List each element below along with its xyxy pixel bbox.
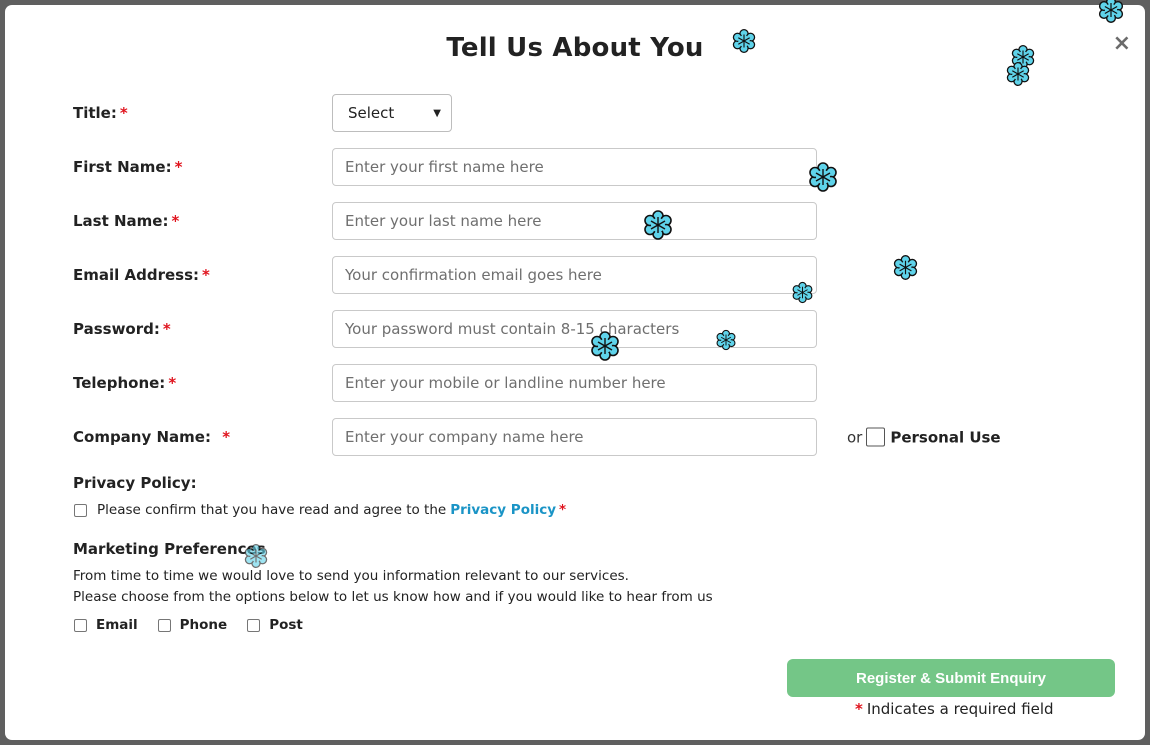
- personal-use-option: or Personal Use: [847, 427, 1001, 447]
- title-row: Title: * Select ▼: [5, 93, 1145, 133]
- company-input[interactable]: [332, 418, 817, 456]
- privacy-required-star: *: [559, 502, 567, 518]
- required-note-star: *: [855, 700, 863, 718]
- last-name-label: Last Name: *: [73, 212, 180, 230]
- snowflake-icon: [716, 329, 736, 351]
- close-icon[interactable]: ×: [1113, 33, 1131, 55]
- email-label: Email Address: *: [73, 266, 210, 284]
- snowflake-icon: [644, 210, 672, 240]
- marketing-option-phone[interactable]: Phone: [157, 617, 228, 633]
- snowflake-icon: [1006, 61, 1030, 87]
- marketing-heading: Marketing Preferences: [73, 540, 266, 558]
- email-input[interactable]: [332, 256, 817, 294]
- email-row: Email Address: *: [5, 255, 1145, 295]
- marketing-option-email[interactable]: Email: [74, 617, 138, 633]
- phone-checkbox[interactable]: [157, 618, 171, 632]
- marketing-text-2: Please choose from the options below to …: [73, 589, 713, 605]
- email-option-label: Email: [96, 617, 138, 633]
- telephone-label: Telephone: *: [73, 374, 177, 392]
- marketing-options: Email Phone Post: [74, 617, 323, 633]
- privacy-heading: Privacy Policy:: [73, 474, 197, 492]
- snowflake-icon: [792, 281, 813, 304]
- title-select[interactable]: Select ▼: [332, 94, 452, 132]
- snowflake-icon: [809, 162, 837, 192]
- privacy-text: Please confirm that you have read and ag…: [97, 502, 447, 518]
- post-checkbox[interactable]: [247, 618, 261, 632]
- required-note: * Indicates a required field: [855, 700, 1054, 718]
- privacy-policy-link[interactable]: Privacy Policy: [450, 502, 556, 518]
- first-name-row: First Name: *: [5, 147, 1145, 187]
- snowflake-icon: [893, 255, 918, 280]
- last-name-input[interactable]: [332, 202, 817, 240]
- marketing-text-1: From time to time we would love to send …: [73, 568, 629, 584]
- snowflake-icon: [1098, 0, 1124, 23]
- required-note-text: Indicates a required field: [866, 700, 1054, 718]
- telephone-row: Telephone: *: [5, 363, 1145, 403]
- chevron-down-icon: ▼: [433, 107, 441, 119]
- last-name-row: Last Name: *: [5, 201, 1145, 241]
- title-select-value: Select: [348, 104, 395, 122]
- company-row: Company Name: * or Personal Use: [5, 417, 1145, 457]
- first-name-input[interactable]: [332, 148, 817, 186]
- snowflake-icon: [591, 331, 619, 361]
- phone-option-label: Phone: [179, 617, 228, 633]
- personal-use-label: Personal Use: [890, 428, 1001, 446]
- snowflake-icon: [732, 28, 756, 54]
- first-name-label: First Name: *: [73, 158, 183, 176]
- enquiry-modal: Tell Us About You × Title: * Select ▼ Fir…: [5, 5, 1145, 740]
- password-label: Password: *: [73, 320, 171, 338]
- password-input[interactable]: [332, 310, 817, 348]
- telephone-input[interactable]: [332, 364, 817, 402]
- privacy-consent: Please confirm that you have read and ag…: [74, 502, 566, 518]
- post-option-label: Post: [269, 617, 303, 633]
- submit-button[interactable]: Register & Submit Enquiry: [787, 659, 1115, 697]
- title-label: Title: *: [73, 104, 128, 122]
- password-row: Password: *: [5, 309, 1145, 349]
- marketing-option-post[interactable]: Post: [247, 617, 303, 633]
- company-label: Company Name: *: [73, 428, 231, 446]
- or-text: or: [847, 428, 863, 446]
- personal-use-checkbox[interactable]: [866, 427, 886, 447]
- email-checkbox[interactable]: [74, 618, 87, 632]
- modal-title: Tell Us About You: [446, 33, 704, 63]
- privacy-checkbox[interactable]: [74, 503, 87, 517]
- snowflake-icon: [244, 543, 268, 569]
